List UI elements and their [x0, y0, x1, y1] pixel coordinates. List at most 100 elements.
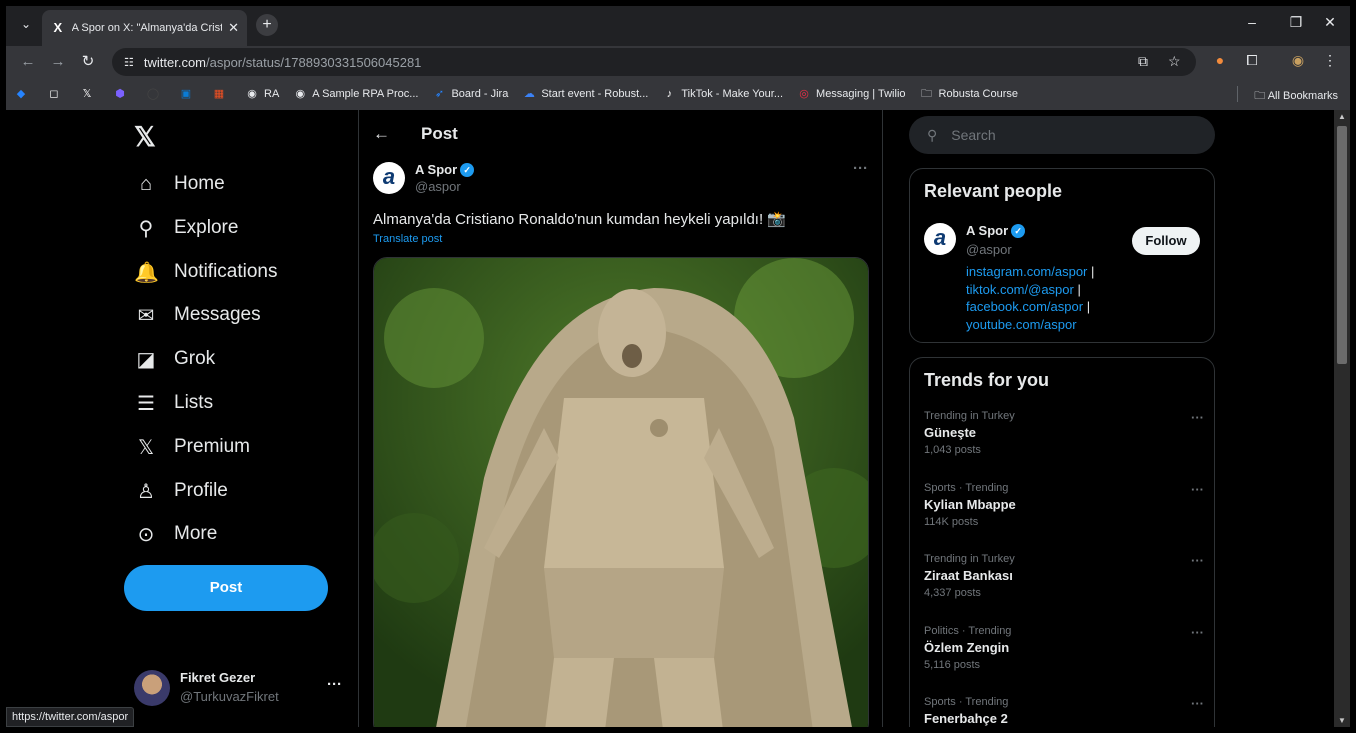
tweet-image[interactable]: [373, 257, 869, 727]
menu-kebab-icon[interactable]: ⋮: [1320, 52, 1340, 69]
bookmark-item[interactable]: ◯: [146, 87, 165, 101]
robusta-icon: ☁: [523, 88, 535, 100]
new-tab-button[interactable]: +: [256, 14, 278, 36]
facebook-link[interactable]: facebook.com/aspor: [966, 299, 1083, 314]
nav-item-lists[interactable]: ☰ Lists: [134, 381, 213, 425]
x-logo-icon[interactable]: 𝕏: [134, 122, 156, 153]
trend-name: Ziraat Bankası: [924, 568, 1013, 583]
trend-more-icon[interactable]: ···: [1191, 482, 1204, 497]
tweet-more-icon[interactable]: ···: [853, 160, 868, 177]
scroll-down-icon[interactable]: ▼: [1338, 716, 1346, 725]
bookmark-label: TikTok - Make Your...: [681, 88, 784, 100]
relevant-people-title: Relevant people: [924, 181, 1063, 201]
address-bar[interactable]: ☷ twitter.com/aspor/status/1788930331506…: [112, 48, 1196, 76]
extension-icon[interactable]: ●: [1210, 52, 1230, 68]
translate-post-link[interactable]: Translate post: [373, 233, 442, 245]
trend-more-icon[interactable]: ···: [1191, 410, 1204, 425]
back-icon[interactable]: ←: [18, 52, 38, 72]
bookmark-label: Robusta Course: [938, 88, 1019, 100]
github-icon: ◯: [146, 88, 160, 100]
bookmark-item[interactable]: ◎ Messaging | Twilio: [797, 87, 905, 101]
restore-icon[interactable]: ❐: [1284, 14, 1308, 31]
tiktok-link[interactable]: tiktok.com/@aspor: [966, 282, 1074, 297]
envelope-icon: ✉: [137, 304, 155, 327]
trend-item[interactable]: Sports · Trending Fenerbahçe 2 ···: [924, 696, 1204, 727]
close-tab-icon[interactable]: ✕: [228, 20, 239, 36]
extensions-puzzle-icon[interactable]: ⧠: [1242, 52, 1262, 69]
jira-diamond-icon: ◆: [16, 88, 26, 100]
bookmark-item[interactable]: 𝕏: [80, 87, 99, 101]
trend-name: Güneşte: [924, 425, 977, 440]
nav-item-explore[interactable]: ⚲ Explore: [134, 206, 239, 250]
bookmark-item[interactable]: ▦: [212, 87, 231, 101]
close-window-icon[interactable]: ✕: [1318, 14, 1342, 31]
more-dots-icon[interactable]: ···: [327, 676, 342, 693]
bookmark-item[interactable]: ◆: [14, 87, 33, 101]
minimize-icon[interactable]: –: [1240, 14, 1264, 30]
trend-item[interactable]: Trending in Turkey Güneşte 1,043 posts ···: [924, 410, 1204, 456]
all-bookmarks-button[interactable]: 🗀 All Bookmarks: [1254, 87, 1338, 106]
bookmark-item[interactable]: ⬢: [113, 87, 132, 101]
trend-more-icon[interactable]: ···: [1191, 625, 1204, 640]
bookmark-star-icon[interactable]: ☆: [1168, 53, 1181, 70]
reload-icon[interactable]: ↻: [78, 52, 98, 72]
trend-count: 5,116 posts: [924, 658, 981, 671]
scrollbar-thumb[interactable]: [1337, 126, 1347, 364]
bookmark-item[interactable]: ◉ A Sample RPA Proc...: [293, 87, 418, 101]
post-button[interactable]: Post: [124, 565, 328, 611]
right-sidebar: ⚲ Search Relevant people a A Spor ✓ @asp…: [909, 110, 1217, 727]
nav-item-messages[interactable]: ✉ Messages: [134, 293, 261, 337]
trend-item[interactable]: Politics · Trending Özlem Zengin 5,116 pos…: [924, 625, 1204, 671]
nav-item-label: Explore: [174, 217, 239, 238]
bookmark-item[interactable]: ♪ TikTok - Make Your...: [662, 87, 783, 101]
outlook-icon: ▣: [180, 88, 192, 100]
nav-item-more[interactable]: ⊙ More: [134, 512, 218, 556]
status-url-bubble: https://twitter.com/aspor: [6, 707, 135, 727]
x-logo-icon: 𝕏: [137, 436, 155, 459]
search-input[interactable]: ⚲ Search: [909, 116, 1215, 154]
nav-item-label: Premium: [174, 436, 251, 457]
trend-item[interactable]: Sports · Trending Kylian Mbappe 114K posts…: [924, 482, 1204, 528]
site-info-icon[interactable]: ☷: [124, 56, 134, 69]
relevant-avatar[interactable]: a: [924, 223, 956, 255]
trend-context: Trending in Turkey: [924, 553, 1015, 565]
tab-active[interactable]: X A Spor on X: "Almanya'da Cristi ✕: [42, 10, 247, 46]
tweet-avatar[interactable]: a: [373, 162, 405, 194]
page-scrollbar[interactable]: ▲ ▼: [1334, 110, 1350, 727]
tweet-author-handle[interactable]: @aspor: [415, 179, 461, 194]
nav-item-grok[interactable]: ◪ Grok: [134, 337, 216, 381]
install-app-icon[interactable]: ⧉: [1138, 53, 1148, 70]
nav-item-notifications[interactable]: 🔔 Notifications: [134, 250, 278, 294]
back-arrow-icon[interactable]: ←: [373, 124, 393, 144]
profile-avatar-icon[interactable]: ◉: [1288, 52, 1308, 69]
forward-icon[interactable]: →: [48, 52, 68, 72]
account-switcher[interactable]: Fikret Gezer @TurkuvazFikret ···: [134, 668, 342, 710]
bookmark-item[interactable]: ➶ Board - Jira: [432, 87, 508, 101]
relevant-person-handle[interactable]: @aspor: [966, 242, 1012, 257]
trend-context: Sports · Trending: [924, 696, 1009, 708]
tab-search-icon[interactable]: ⌄: [16, 14, 36, 34]
bookmark-label: A Sample RPA Proc...: [312, 88, 419, 100]
bookmark-label: RA: [264, 88, 280, 100]
bookmark-item[interactable]: ◉ RA: [245, 87, 279, 101]
follow-button[interactable]: Follow: [1132, 227, 1200, 255]
bookmark-label: Messaging | Twilio: [816, 88, 906, 100]
bookmark-item[interactable]: 🗀 Robusta Course: [920, 87, 1019, 101]
trend-more-icon[interactable]: ···: [1191, 696, 1204, 711]
tweet-author[interactable]: A Spor ✓: [415, 162, 475, 177]
instagram-link[interactable]: instagram.com/aspor: [966, 264, 1087, 279]
bookmark-item[interactable]: ☁ Start event - Robust...: [522, 87, 649, 101]
nav-item-label: Notifications: [174, 261, 278, 282]
trend-more-icon[interactable]: ···: [1191, 553, 1204, 568]
bookmark-item[interactable]: ◻: [47, 87, 66, 101]
youtube-link[interactable]: youtube.com/aspor: [966, 317, 1077, 332]
nav-item-premium[interactable]: 𝕏 Premium: [134, 425, 250, 469]
relevant-person-name[interactable]: A Spor ✓: [966, 223, 1026, 238]
search-placeholder: Search: [951, 127, 996, 143]
nav-item-home[interactable]: ⌂ Home: [134, 162, 225, 206]
trend-item[interactable]: Trending in Turkey Ziraat Bankası 4,337 po…: [924, 553, 1204, 599]
scroll-up-icon[interactable]: ▲: [1338, 112, 1346, 121]
globe-icon: ◉: [295, 88, 306, 100]
bookmark-item[interactable]: ▣: [179, 87, 198, 101]
nav-item-profile[interactable]: ♙ Profile: [134, 469, 228, 513]
